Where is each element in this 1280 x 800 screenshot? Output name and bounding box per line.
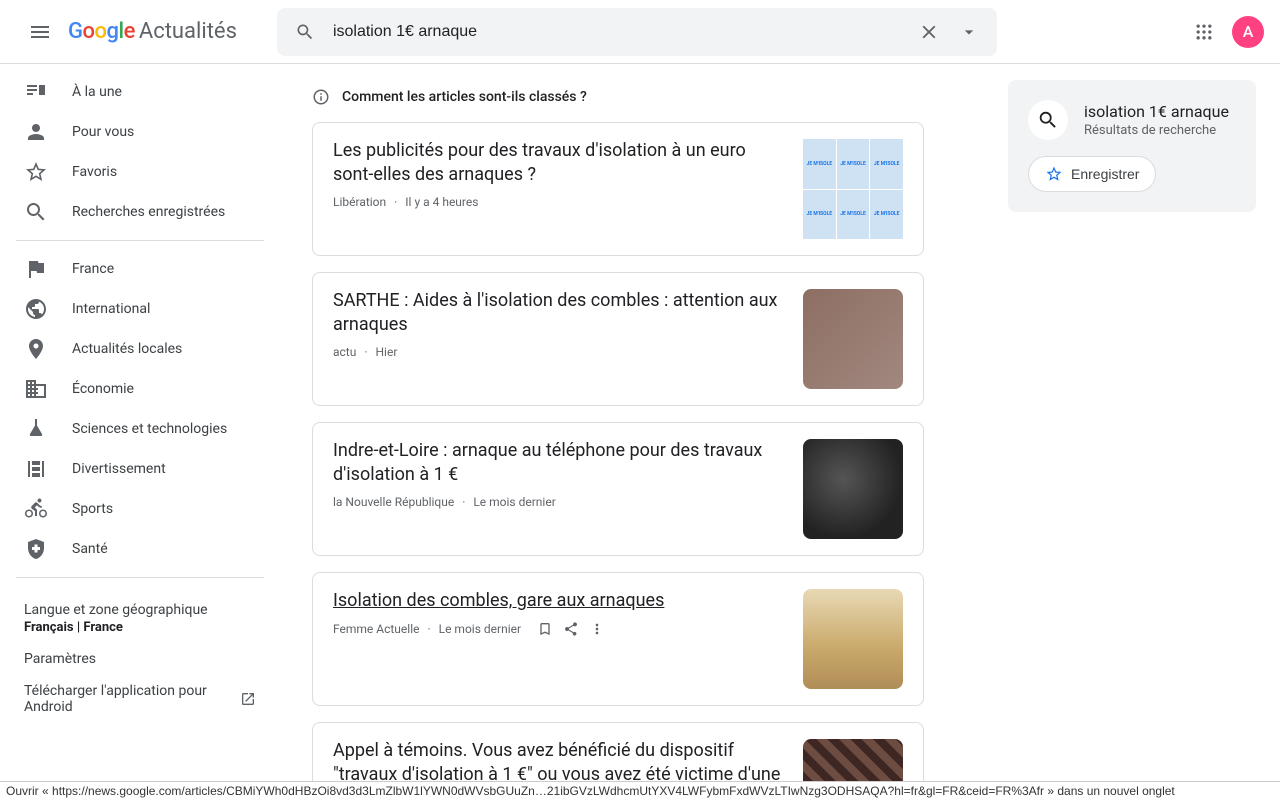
- clear-search-button[interactable]: [909, 12, 949, 52]
- article-meta: actu Hier: [333, 345, 783, 359]
- article-card[interactable]: Indre-et-Loire : arnaque au téléphone po…: [312, 422, 924, 556]
- share-icon[interactable]: [563, 621, 579, 637]
- sidebar-item-business[interactable]: Économie: [0, 369, 264, 409]
- header-actions: A: [1184, 12, 1264, 52]
- more-vert-icon[interactable]: [589, 621, 605, 637]
- search-options-button[interactable]: [949, 12, 989, 52]
- search-bar: [277, 8, 997, 56]
- info-icon: [312, 88, 330, 106]
- article-card[interactable]: SARTHE : Aides à l'isolation des combles…: [312, 272, 924, 406]
- article-title[interactable]: Isolation des combles, gare aux arnaques: [333, 589, 783, 613]
- apps-grid-icon: [1194, 22, 1214, 42]
- topic-subtitle: Résultats de recherche: [1084, 123, 1229, 138]
- sidebar-item-featured[interactable]: À la une: [0, 72, 264, 112]
- star-outline-icon: [1045, 165, 1063, 183]
- sidebar-item-flask[interactable]: Sciences et technologies: [0, 409, 264, 449]
- article-title[interactable]: Les publicités pour des travaux d'isolat…: [333, 139, 783, 187]
- logo[interactable]: Google Actualités: [68, 19, 237, 44]
- sidebar-item-movie[interactable]: Divertissement: [0, 449, 264, 489]
- search-icon: [24, 200, 48, 224]
- person-icon: [24, 120, 48, 144]
- search-button[interactable]: [285, 12, 325, 52]
- sidebar-item-bike[interactable]: Sports: [0, 489, 264, 529]
- article-source: la Nouvelle République: [333, 495, 454, 509]
- business-icon: [24, 377, 48, 401]
- article-source: Femme Actuelle: [333, 622, 419, 636]
- main-content: Comment les articles sont-ils classés ? …: [280, 64, 984, 800]
- google-apps-button[interactable]: [1184, 12, 1224, 52]
- article-time: Le mois dernier: [427, 622, 521, 636]
- pin-icon: [24, 337, 48, 361]
- search-icon: [295, 22, 315, 42]
- article-card[interactable]: Isolation des combles, gare aux arnaques…: [312, 572, 924, 706]
- flag-icon: [24, 257, 48, 281]
- language-region[interactable]: Langue et zone géographique Français | F…: [24, 598, 256, 643]
- triangle-down-icon: [959, 22, 979, 42]
- sidebar-item-flag[interactable]: France: [0, 249, 264, 289]
- bike-icon: [24, 497, 48, 521]
- article-thumbnail: [803, 589, 903, 689]
- ranking-info-link[interactable]: Comment les articles sont-ils classés ?: [312, 88, 952, 106]
- movie-icon: [24, 457, 48, 481]
- header: Google Actualités A: [0, 0, 1280, 64]
- article-source: actu: [333, 345, 356, 359]
- sidebar-item-health[interactable]: Santé: [0, 529, 264, 569]
- hamburger-icon: [28, 20, 52, 44]
- settings-link[interactable]: Paramètres: [24, 643, 256, 675]
- article-time: Hier: [364, 345, 397, 359]
- divider: [16, 577, 264, 578]
- right-panel: isolation 1€ arnaque Résultats de recher…: [984, 64, 1280, 800]
- article-time: Le mois dernier: [462, 495, 556, 509]
- search-icon: [1037, 109, 1059, 131]
- close-icon: [918, 21, 940, 43]
- article-meta: Femme Actuelle Le mois dernier: [333, 621, 783, 637]
- search-input[interactable]: [325, 23, 909, 41]
- article-title[interactable]: Indre-et-Loire : arnaque au téléphone po…: [333, 439, 783, 487]
- globe-icon: [24, 297, 48, 321]
- article-thumbnail: [803, 439, 903, 539]
- sidebar-item-pin[interactable]: Actualités locales: [0, 329, 264, 369]
- article-title[interactable]: SARTHE : Aides à l'isolation des combles…: [333, 289, 783, 337]
- google-logo: Google: [68, 19, 135, 44]
- flask-icon: [24, 417, 48, 441]
- article-meta: Libération Il y a 4 heures: [333, 195, 783, 209]
- featured-icon: [24, 80, 48, 104]
- article-source: Libération: [333, 195, 386, 209]
- product-name: Actualités: [139, 19, 237, 44]
- browser-status-bar: Ouvrir « https://news.google.com/article…: [0, 781, 1280, 800]
- sidebar-item-person[interactable]: Pour vous: [0, 112, 264, 152]
- topic-card: isolation 1€ arnaque Résultats de recher…: [1008, 80, 1256, 212]
- bookmark-icon[interactable]: [537, 621, 553, 637]
- sidebar-item-star[interactable]: Favoris: [0, 152, 264, 192]
- star-icon: [24, 160, 48, 184]
- article-thumbnail: JE M'ISOLEJE M'ISOLEJE M'ISOLEJE M'ISOLE…: [803, 139, 903, 239]
- open-external-icon: [240, 691, 256, 707]
- topic-title: isolation 1€ arnaque: [1084, 102, 1229, 121]
- save-topic-button[interactable]: Enregistrer: [1028, 156, 1156, 192]
- account-avatar[interactable]: A: [1232, 16, 1264, 48]
- article-thumbnail: [803, 289, 903, 389]
- download-android-link[interactable]: Télécharger l'application pour Android: [24, 675, 256, 723]
- sidebar-item-search[interactable]: Recherches enregistrées: [0, 192, 264, 232]
- health-icon: [24, 537, 48, 561]
- article-meta: la Nouvelle République Le mois dernier: [333, 495, 783, 509]
- article-card[interactable]: Les publicités pour des travaux d'isolat…: [312, 122, 924, 256]
- sidebar: À la unePour vousFavorisRecherches enreg…: [0, 64, 280, 800]
- main-menu-button[interactable]: [16, 8, 64, 56]
- sidebar-item-globe[interactable]: International: [0, 289, 264, 329]
- divider: [16, 240, 264, 241]
- topic-search-icon: [1028, 100, 1068, 140]
- article-time: Il y a 4 heures: [394, 195, 478, 209]
